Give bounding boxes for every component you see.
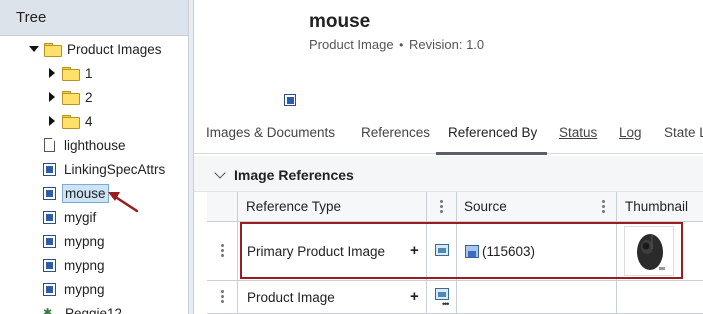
image-references-section[interactable]: Image References xyxy=(194,156,703,192)
image-object-icon xyxy=(284,94,296,106)
column-header-label: Reference Type xyxy=(246,199,342,214)
column-header-source[interactable]: Source xyxy=(457,192,617,222)
drag-handle-icon[interactable] xyxy=(221,290,224,303)
collapse-caret-icon[interactable] xyxy=(46,67,58,79)
tab-images-documents[interactable]: Images & Documents xyxy=(206,125,335,140)
table-row-thumbnail xyxy=(617,281,703,314)
tab-state-log[interactable]: State Lo xyxy=(664,125,703,140)
tab-referenced-by[interactable]: Referenced By xyxy=(435,125,548,155)
tree-node-label: 4 xyxy=(85,113,93,129)
product-icon: ✱ xyxy=(43,307,53,314)
column-header-label: Source xyxy=(464,199,507,214)
tree-node-label: 2 xyxy=(85,89,93,105)
table-row-source[interactable] xyxy=(457,281,617,314)
folder-icon xyxy=(62,91,80,105)
image-object-icon xyxy=(43,210,56,224)
page-title: mouse xyxy=(309,11,371,32)
more-icon[interactable]: ••• xyxy=(442,299,450,309)
expand-caret-icon[interactable] xyxy=(28,43,40,55)
folder-icon xyxy=(62,115,80,129)
tab-bar: Images & Documents References Referenced… xyxy=(194,116,703,155)
tree-node-linkingspecattrs[interactable]: LinkingSpecAttrs xyxy=(43,158,167,180)
table-row-reference-type[interactable]: Product Image + xyxy=(238,281,427,314)
tab-references[interactable]: References xyxy=(361,125,430,140)
image-object-icon xyxy=(43,282,56,296)
column-header-thumbnail[interactable]: Thumbnail xyxy=(617,192,703,222)
image-object-icon xyxy=(43,186,56,200)
drag-handle-icon[interactable] xyxy=(221,244,224,257)
tree-node-label: LinkingSpecAttrs xyxy=(64,161,166,177)
row-drag-handle[interactable] xyxy=(207,222,238,281)
document-icon xyxy=(44,138,55,152)
tab-log[interactable]: Log xyxy=(619,125,642,140)
tree-node-label: Peggie12 xyxy=(65,305,123,314)
tree-node-mypng[interactable]: mypng xyxy=(43,254,107,276)
row-drag-handle[interactable] xyxy=(207,281,238,314)
tree-node-label: lighthouse xyxy=(64,137,126,153)
reference-type-value: Product Image xyxy=(247,290,335,305)
tree-panel: Tree Product Images 1 2 4 lighthouse Lin… xyxy=(0,0,188,314)
section-title: Image References xyxy=(234,167,354,183)
image-object-icon xyxy=(43,258,56,272)
annotation-arrow xyxy=(108,192,139,213)
add-reference-button[interactable]: + xyxy=(410,288,419,305)
grid-header-handle xyxy=(207,192,238,222)
row-action-cell[interactable]: ••• xyxy=(427,281,457,314)
collapse-caret-icon[interactable] xyxy=(46,115,58,127)
tree-node-label: 1 xyxy=(85,65,93,81)
tree-node-mygif[interactable]: mygif xyxy=(43,206,98,228)
kebab-menu-icon[interactable] xyxy=(602,200,605,213)
tree-node-4[interactable]: 4 xyxy=(46,110,95,132)
tree-node-label: mypng xyxy=(64,233,105,249)
tree-node-mouse[interactable]: mouse xyxy=(43,182,109,204)
folder-icon xyxy=(62,67,80,81)
tree-node-product-images[interactable]: Product Images xyxy=(28,38,164,60)
tree-node-label: mypng xyxy=(64,281,105,297)
collapse-caret-icon[interactable] xyxy=(46,91,58,103)
tree-node-lighthouse[interactable]: lighthouse xyxy=(44,134,128,156)
tree-node-mypng[interactable]: mypng xyxy=(43,230,107,252)
annotation-highlight-box xyxy=(240,222,683,279)
tree-node-label: mygif xyxy=(64,209,97,225)
image-object-icon xyxy=(43,234,56,248)
chevron-down-icon[interactable] xyxy=(214,167,226,179)
column-menu[interactable] xyxy=(427,192,457,222)
revision: Revision: 1.0 xyxy=(409,37,485,52)
tree-node-mypng[interactable]: mypng xyxy=(43,278,107,300)
tree-node-2[interactable]: 2 xyxy=(46,86,95,108)
column-header-reference-type[interactable]: Reference Type xyxy=(238,192,427,222)
kebab-menu-icon[interactable] xyxy=(440,200,443,213)
tree-panel-title: Tree xyxy=(0,0,188,36)
page-subtitle: Product Image • Revision: 1.0 xyxy=(309,37,484,52)
column-header-label: Thumbnail xyxy=(625,199,689,214)
separator: • xyxy=(399,38,404,52)
tree-node-label: mypng xyxy=(64,257,105,273)
image-object-icon xyxy=(43,162,56,176)
tree-node-1[interactable]: 1 xyxy=(46,62,95,84)
tree-node-label: mouse xyxy=(62,183,109,203)
tab-status[interactable]: Status xyxy=(559,125,597,140)
tree-node-peggie12[interactable]: ✱ Peggie12 xyxy=(43,302,124,314)
tree-node-label: Product Images xyxy=(67,41,162,57)
folder-icon xyxy=(44,43,62,57)
object-type: Product Image xyxy=(309,37,394,52)
